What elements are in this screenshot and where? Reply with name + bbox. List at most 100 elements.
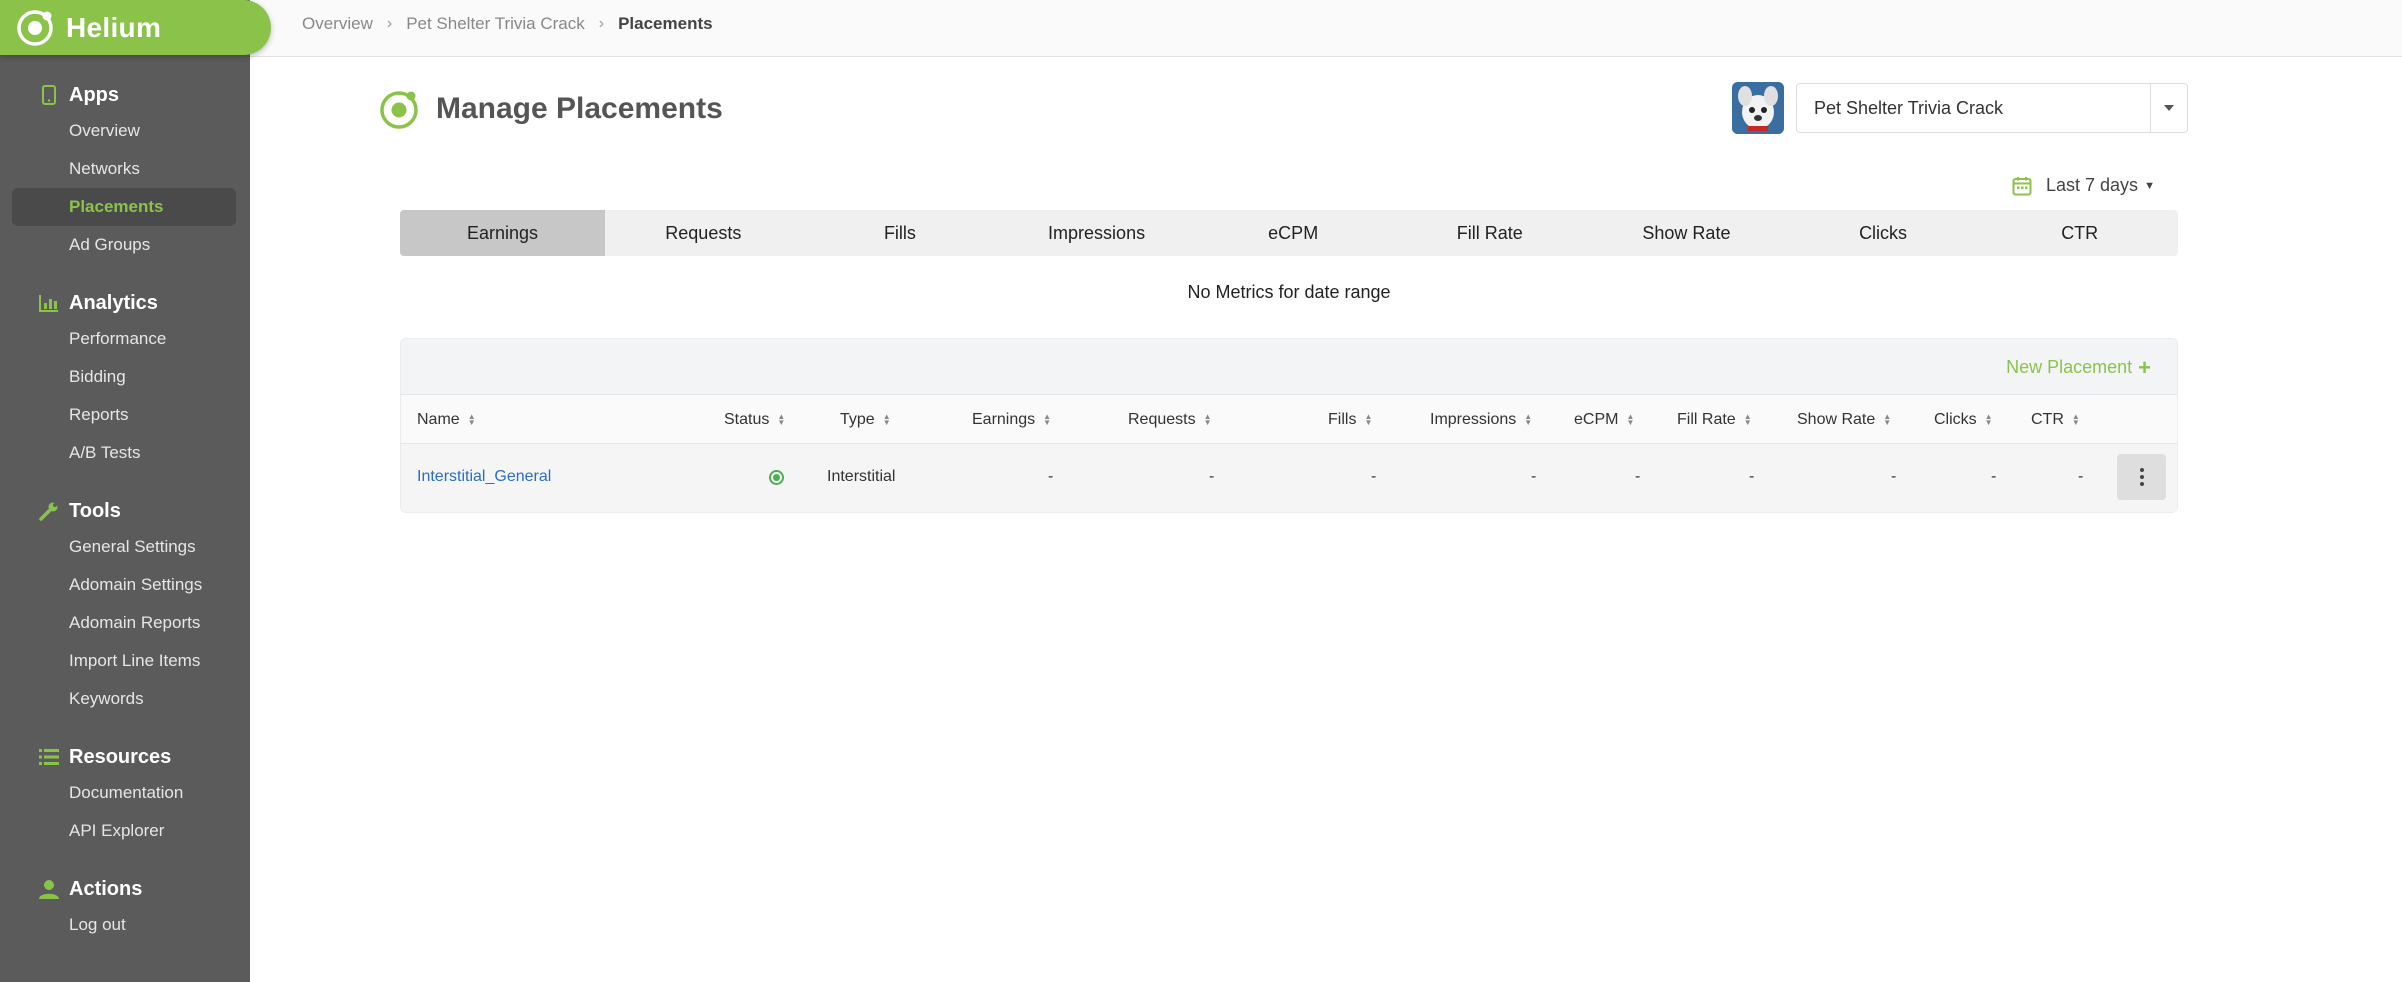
nav-head-label: Actions: [69, 877, 143, 900]
sort-icon: ▲ ▼: [1984, 412, 1993, 427]
sidebar-item-adomain-settings[interactable]: Adomain Settings: [12, 566, 236, 604]
table-toolbar: New Placement +: [401, 339, 2177, 394]
sidebar-item-general-settings[interactable]: General Settings: [12, 528, 236, 566]
nav-section-analytics: Analytics Performance Bidding Reports A/…: [0, 286, 250, 472]
column-header-earnings[interactable]: Earnings ▲ ▼: [972, 411, 1051, 429]
column-header-impressions[interactable]: Impressions ▲ ▼: [1430, 411, 1532, 429]
sort-icon: ▲ ▼: [1743, 412, 1752, 427]
nav-head-actions[interactable]: Actions: [0, 872, 250, 906]
column-label: eCPM: [1574, 411, 1619, 428]
sidebar-item-overview[interactable]: Overview: [12, 112, 236, 150]
column-header-type[interactable]: Type ▲ ▼: [840, 411, 891, 429]
helium-logo-icon: [17, 9, 53, 46]
column-header-fill-rate[interactable]: Fill Rate ▲ ▼: [1677, 411, 1752, 429]
brand-name: Helium: [66, 11, 162, 43]
column-header-show-rate[interactable]: Show Rate ▲ ▼: [1797, 411, 1891, 429]
nav-head-tools[interactable]: Tools: [0, 494, 250, 528]
list-icon: [38, 746, 60, 768]
column-label: CTR: [2031, 411, 2064, 428]
date-range-label: Last 7 days: [2046, 175, 2139, 195]
bar-chart-icon: [38, 292, 60, 314]
user-icon: [38, 878, 60, 900]
nav-head-resources[interactable]: Resources: [0, 740, 250, 774]
sidebar-item-documentation[interactable]: Documentation: [12, 774, 236, 812]
sidebar-item-ad-groups[interactable]: Ad Groups: [12, 226, 236, 264]
cell-earnings: -: [1048, 468, 1054, 485]
tab-fill-rate[interactable]: Fill Rate: [1392, 210, 1589, 256]
breadcrumb: Overview › Pet Shelter Trivia Crack › Pl…: [302, 14, 713, 34]
table-header: Name ▲ ▼ Status ▲ ▼ Type ▲ ▼ Earnings ▲ ▼ Reques…: [401, 394, 2177, 444]
cell-ctr: -: [2078, 468, 2084, 485]
column-label: Requests: [1128, 411, 1196, 428]
column-label: Clicks: [1934, 411, 1977, 428]
column-label: Status: [724, 411, 770, 428]
nav-head-apps[interactable]: Apps: [0, 78, 250, 112]
page-title: Manage Placements: [436, 92, 723, 125]
sidebar-item-ab-tests[interactable]: A/B Tests: [12, 434, 236, 472]
sort-icon: ▲ ▼: [1043, 412, 1052, 427]
sidebar-item-performance[interactable]: Performance: [12, 320, 236, 358]
column-header-ctr[interactable]: CTR ▲ ▼: [2031, 411, 2080, 429]
sidebar-item-adomain-reports[interactable]: Adomain Reports: [12, 604, 236, 642]
sidebar-item-networks[interactable]: Networks: [12, 150, 236, 188]
sidebar-item-bidding[interactable]: Bidding: [12, 358, 236, 396]
table-row: Interstitial_General Interstitial - - - …: [401, 444, 2177, 512]
tab-requests[interactable]: Requests: [605, 210, 802, 256]
sidebar-item-log-out[interactable]: Log out: [12, 906, 236, 944]
breadcrumb-current: Placements: [618, 14, 713, 33]
tab-impressions[interactable]: Impressions: [998, 210, 1195, 256]
column-label: Name: [417, 411, 460, 428]
tab-clicks[interactable]: Clicks: [1785, 210, 1982, 256]
cell-fills: -: [1371, 468, 1377, 485]
caret-down-icon[interactable]: [2150, 84, 2187, 132]
sidebar: Apps Overview Networks Placements Ad Gro…: [0, 0, 250, 982]
column-header-ecpm[interactable]: eCPM ▲ ▼: [1574, 411, 1634, 429]
column-header-fills[interactable]: Fills ▲ ▼: [1328, 411, 1372, 429]
nav-section-tools: Tools General Settings Adomain Settings …: [0, 494, 250, 718]
cell-ecpm: -: [1635, 468, 1641, 485]
column-header-requests[interactable]: Requests ▲ ▼: [1128, 411, 1212, 429]
column-label: Earnings: [972, 411, 1036, 428]
cell-impressions: -: [1531, 468, 1537, 485]
new-placement-button[interactable]: New Placement +: [2006, 354, 2151, 380]
breadcrumb-overview[interactable]: Overview: [302, 14, 373, 34]
app-select-dropdown[interactable]: Pet Shelter Trivia Crack: [1796, 83, 2188, 133]
column-header-clicks[interactable]: Clicks ▲ ▼: [1934, 411, 1993, 429]
app-avatar: [1732, 82, 1784, 134]
chevron-right-icon: ›: [386, 15, 393, 32]
column-header-name[interactable]: Name ▲ ▼: [417, 411, 476, 429]
tab-fills[interactable]: Fills: [802, 210, 999, 256]
app-select-value: Pet Shelter Trivia Crack: [1814, 97, 2004, 118]
chevron-right-icon: ›: [598, 15, 605, 32]
breadcrumb-app[interactable]: Pet Shelter Trivia Crack: [406, 14, 585, 34]
placement-name-link[interactable]: Interstitial_General: [417, 468, 551, 486]
sidebar-item-reports[interactable]: Reports: [12, 396, 236, 434]
sidebar-item-api-explorer[interactable]: API Explorer: [12, 812, 236, 850]
plus-icon: +: [2138, 354, 2151, 380]
tab-earnings[interactable]: Earnings: [400, 210, 605, 256]
brand-logo[interactable]: Helium: [0, 0, 271, 55]
caret-down-icon: ▼: [2144, 179, 2155, 192]
nav-head-label: Tools: [69, 499, 121, 522]
tab-ctr[interactable]: CTR: [1981, 210, 2178, 256]
status-active-icon: [769, 470, 784, 485]
tab-ecpm[interactable]: eCPM: [1195, 210, 1392, 256]
new-placement-label: New Placement: [2006, 357, 2133, 377]
date-range-picker[interactable]: Last 7 days ▼: [2012, 175, 2155, 196]
row-actions-button[interactable]: [2117, 454, 2166, 500]
sidebar-item-keywords[interactable]: Keywords: [12, 680, 236, 718]
sort-icon: ▲ ▼: [1883, 412, 1892, 427]
column-label: Fills: [1328, 411, 1357, 428]
sort-icon: ▲ ▼: [777, 412, 786, 427]
page-header: Manage Placements: [378, 88, 723, 130]
nav-head-analytics[interactable]: Analytics: [0, 286, 250, 320]
metric-tabs: Earnings Requests Fills Impressions eCPM…: [400, 210, 2178, 256]
sidebar-item-import-line-items[interactable]: Import Line Items: [12, 642, 236, 680]
cell-fill-rate: -: [1749, 468, 1755, 485]
tab-show-rate[interactable]: Show Rate: [1588, 210, 1785, 256]
column-label: Show Rate: [1797, 411, 1876, 428]
sort-icon: ▲ ▼: [2071, 412, 2080, 427]
column-label: Type: [840, 411, 875, 428]
column-header-status[interactable]: Status ▲ ▼: [724, 411, 785, 429]
sidebar-item-placements[interactable]: Placements: [12, 188, 236, 226]
